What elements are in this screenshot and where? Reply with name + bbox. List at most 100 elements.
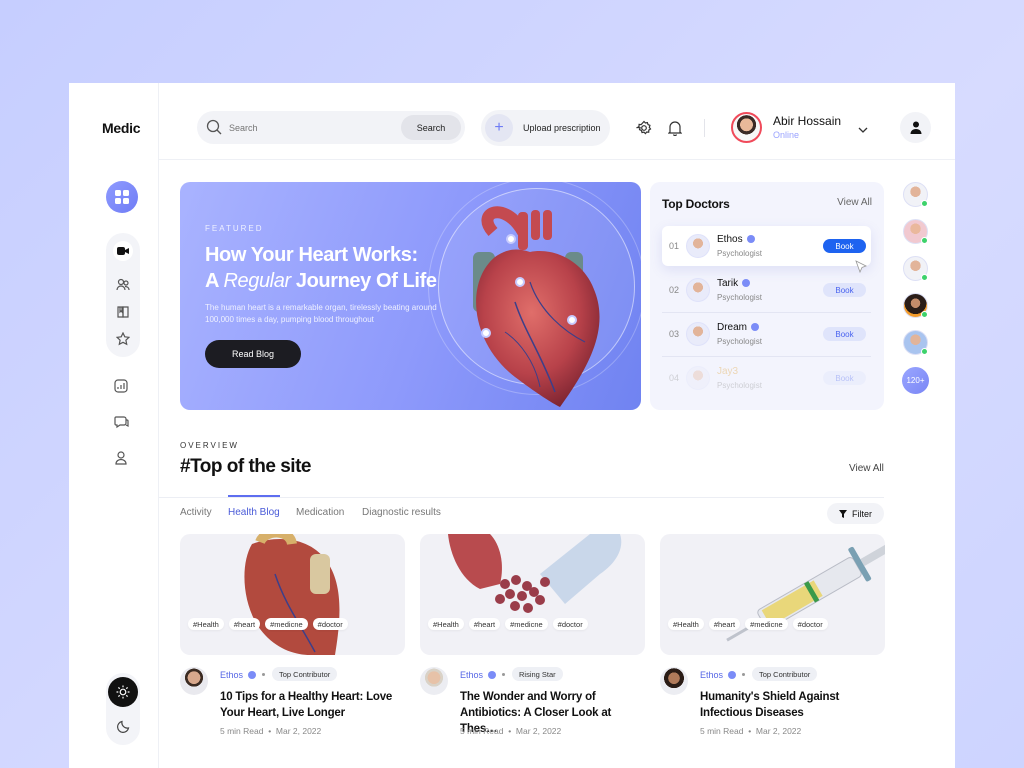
verified-icon — [488, 671, 496, 679]
filter-button[interactable]: Filter — [827, 503, 884, 524]
doctor-name-text: Dream — [717, 322, 748, 333]
post-date: Mar 2, 2022 — [275, 726, 322, 736]
tag[interactable]: #doctor — [312, 618, 348, 630]
doctor-role: Psychologist — [717, 249, 762, 258]
account-button[interactable] — [900, 112, 931, 143]
online-indicator — [921, 348, 928, 355]
online-indicator — [921, 274, 928, 281]
tab-diagnostic-results[interactable]: Diagnostic results — [362, 507, 441, 518]
tab-health-blog[interactable]: Health Blog — [228, 507, 280, 518]
header-divider — [704, 119, 705, 137]
book-button[interactable]: Book — [823, 327, 866, 341]
dashboard-icon[interactable] — [106, 181, 138, 213]
app-logo: Medic — [102, 120, 141, 136]
doctor-name: Jay3 — [717, 366, 738, 377]
profile-icon[interactable] — [111, 448, 131, 468]
blog-card-title[interactable]: Humanity's Shield Against Infectious Dis… — [700, 689, 885, 721]
author-avatar — [180, 667, 208, 695]
doctor-name-text: Tarik — [717, 278, 739, 289]
rail-avatar[interactable] — [903, 293, 928, 318]
top-doctors-panel: Top Doctors View All 01 Ethos Psychologi… — [650, 182, 884, 410]
author-name[interactable]: Ethos — [220, 670, 243, 680]
author-name[interactable]: Ethos — [460, 670, 483, 680]
read-blog-button[interactable]: Read Blog — [205, 340, 301, 368]
top-header: Search + Upload prescription Abir Hossai… — [159, 83, 955, 160]
book-button[interactable]: Book — [823, 283, 866, 297]
tag[interactable]: #doctor — [792, 618, 828, 630]
tag[interactable]: #heart — [228, 618, 261, 630]
analytics-icon[interactable] — [111, 376, 131, 396]
user-status: Online — [773, 130, 800, 140]
book-button[interactable]: Book — [823, 239, 866, 253]
top-doctors-title: Top Doctors — [662, 197, 730, 211]
doctors-view-all-link[interactable]: View All — [837, 197, 872, 208]
users-icon[interactable] — [113, 275, 133, 295]
rail-avatar[interactable] — [903, 256, 928, 281]
tag[interactable]: #doctor — [552, 618, 588, 630]
upload-prescription-button[interactable]: + Upload prescription — [481, 110, 610, 146]
user-avatar[interactable] — [731, 112, 762, 143]
blog-card-image: #Health #heart #medicne #doctor — [180, 534, 405, 655]
moon-icon[interactable] — [113, 716, 133, 736]
search-bar: Search — [197, 111, 465, 144]
blog-card[interactable]: #Health #heart #medicne #doctor Ethos To… — [180, 534, 405, 736]
plus-icon: + — [485, 114, 513, 142]
star-icon[interactable] — [113, 329, 133, 349]
rail-avatar[interactable] — [903, 219, 928, 244]
doctor-rank: 01 — [669, 241, 680, 251]
doctor-name: Tarik — [717, 278, 751, 289]
doctor-avatar — [686, 322, 710, 346]
blog-card[interactable]: #Health #heart #medicne #doctor Ethos Ri… — [420, 534, 645, 736]
search-button[interactable]: Search — [401, 115, 461, 140]
blog-card-title[interactable]: 10 Tips for a Healthy Heart: Love Your H… — [220, 689, 405, 721]
doctor-avatar — [686, 234, 710, 258]
notification-bell-icon[interactable] — [666, 119, 684, 137]
doctor-row[interactable]: 02 Tarik Psychologist Book — [662, 270, 871, 310]
sun-icon[interactable] — [108, 677, 138, 707]
post-date: Mar 2, 2022 — [515, 726, 562, 736]
post-date: Mar 2, 2022 — [755, 726, 802, 736]
more-users-button[interactable]: 120+ — [902, 367, 929, 394]
rail-avatar[interactable] — [903, 330, 928, 355]
book-button[interactable]: Book — [823, 371, 866, 385]
author-avatar — [660, 667, 688, 695]
tag[interactable]: #heart — [468, 618, 501, 630]
featured-hero: FEATURED How Your Heart Works: A Regular… — [180, 182, 641, 410]
tag[interactable]: #medicne — [265, 618, 308, 630]
overview-view-all-link[interactable]: View All — [849, 463, 884, 474]
chat-icon[interactable] — [111, 412, 131, 432]
tag[interactable]: #Health — [668, 618, 704, 630]
overview-title: #Top of the site — [180, 456, 311, 477]
online-indicator — [921, 200, 928, 207]
settings-icon[interactable] — [635, 119, 653, 137]
tab-medication[interactable]: Medication — [296, 507, 344, 518]
doctor-row[interactable]: 01 Ethos Psychologist Book — [662, 226, 871, 266]
search-input[interactable] — [229, 111, 389, 144]
doctor-role: Psychologist — [717, 381, 762, 390]
tag[interactable]: #medicne — [505, 618, 548, 630]
tag-list: #Health #heart #medicne #doctor — [668, 618, 868, 630]
hero-title-pre: A — [205, 270, 224, 292]
rail-avatar[interactable] — [903, 182, 928, 207]
tag[interactable]: #Health — [428, 618, 464, 630]
doctor-row[interactable]: 04 Jay3 Psychologist Book — [662, 358, 871, 398]
author-name[interactable]: Ethos — [700, 670, 723, 680]
doctor-row[interactable]: 03 Dream Psychologist Book — [662, 314, 871, 354]
verified-icon — [728, 671, 736, 679]
user-icon — [910, 121, 921, 134]
hero-description: The human heart is a remarkable organ, t… — [205, 303, 437, 324]
tag[interactable]: #Health — [188, 618, 224, 630]
online-indicator — [921, 311, 928, 318]
read-time: 5 min Read — [220, 726, 264, 736]
tag[interactable]: #medicne — [745, 618, 788, 630]
tag[interactable]: #heart — [708, 618, 741, 630]
video-call-icon[interactable] — [113, 241, 133, 261]
doctor-rank: 02 — [669, 285, 680, 295]
doctor-name: Dream — [717, 322, 760, 333]
filter-icon — [839, 509, 847, 518]
blog-card[interactable]: #Health #heart #medicne #doctor Ethos To… — [660, 534, 885, 736]
doctor-name-text: Jay3 — [717, 366, 739, 377]
tab-activity[interactable]: Activity — [180, 507, 212, 518]
chevron-down-icon[interactable] — [858, 121, 868, 139]
book-icon[interactable] — [113, 302, 133, 322]
